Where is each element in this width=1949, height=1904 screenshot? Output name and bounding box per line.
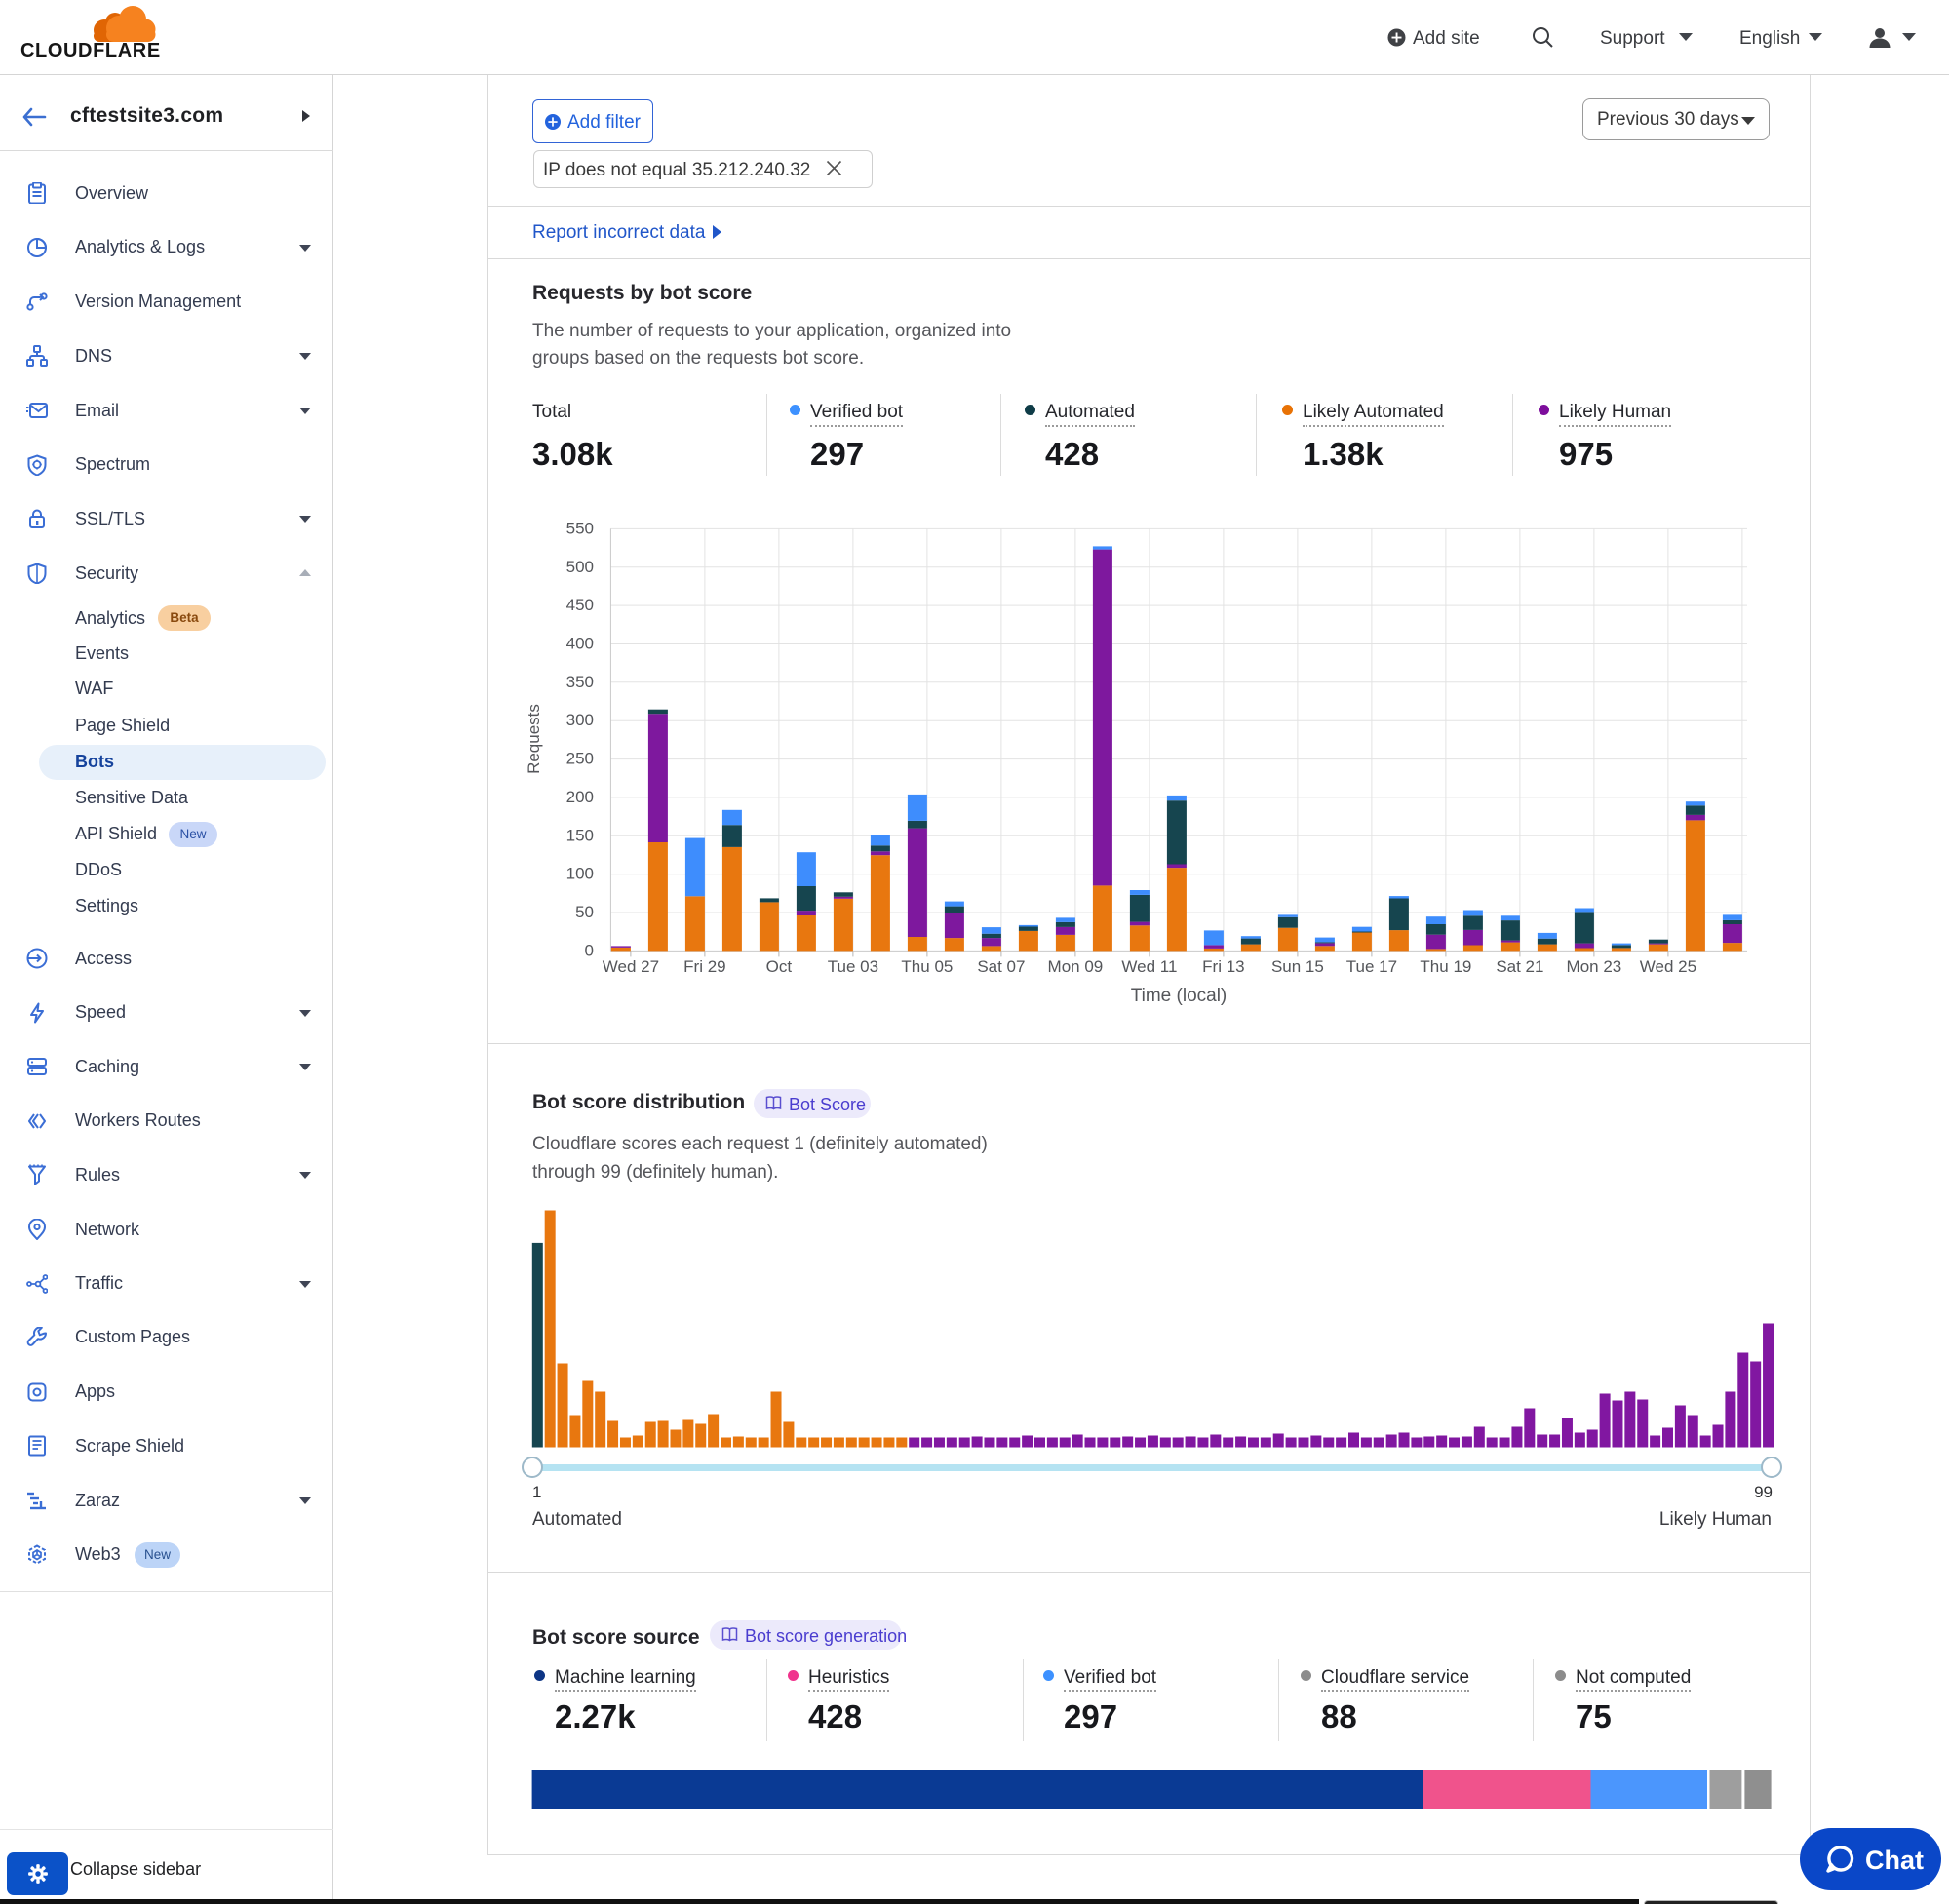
svg-text:Tue 03: Tue 03 <box>828 957 878 976</box>
svg-text:Thu 05: Thu 05 <box>901 957 953 976</box>
svg-text:Fri 13: Fri 13 <box>1202 957 1244 976</box>
svg-text:Tue 17: Tue 17 <box>1346 957 1397 976</box>
svg-text:50: 50 <box>575 903 594 921</box>
svg-text:Requests: Requests <box>525 704 543 774</box>
svg-text:Thu 19: Thu 19 <box>1420 957 1471 976</box>
svg-text:Mon 23: Mon 23 <box>1567 957 1622 976</box>
svg-text:300: 300 <box>566 711 594 729</box>
svg-text:Oct: Oct <box>766 957 793 976</box>
svg-text:0: 0 <box>585 941 594 959</box>
svg-text:Wed 27: Wed 27 <box>603 957 659 976</box>
svg-text:Sat 07: Sat 07 <box>977 957 1025 976</box>
svg-text:100: 100 <box>566 865 594 883</box>
svg-text:150: 150 <box>566 826 594 844</box>
svg-text:Time (local): Time (local) <box>1131 986 1228 1006</box>
svg-text:Sun 15: Sun 15 <box>1271 957 1324 976</box>
svg-text:Wed 25: Wed 25 <box>1640 957 1696 976</box>
svg-text:250: 250 <box>566 750 594 768</box>
svg-text:Mon 09: Mon 09 <box>1048 957 1104 976</box>
svg-text:500: 500 <box>566 558 594 576</box>
svg-text:450: 450 <box>566 596 594 614</box>
svg-text:550: 550 <box>566 519 594 537</box>
svg-text:400: 400 <box>566 635 594 653</box>
svg-text:Sat 21: Sat 21 <box>1496 957 1543 976</box>
svg-text:Wed 11: Wed 11 <box>1121 957 1177 976</box>
svg-text:Fri 29: Fri 29 <box>683 957 725 976</box>
svg-text:350: 350 <box>566 673 594 691</box>
svg-text:200: 200 <box>566 788 594 806</box>
